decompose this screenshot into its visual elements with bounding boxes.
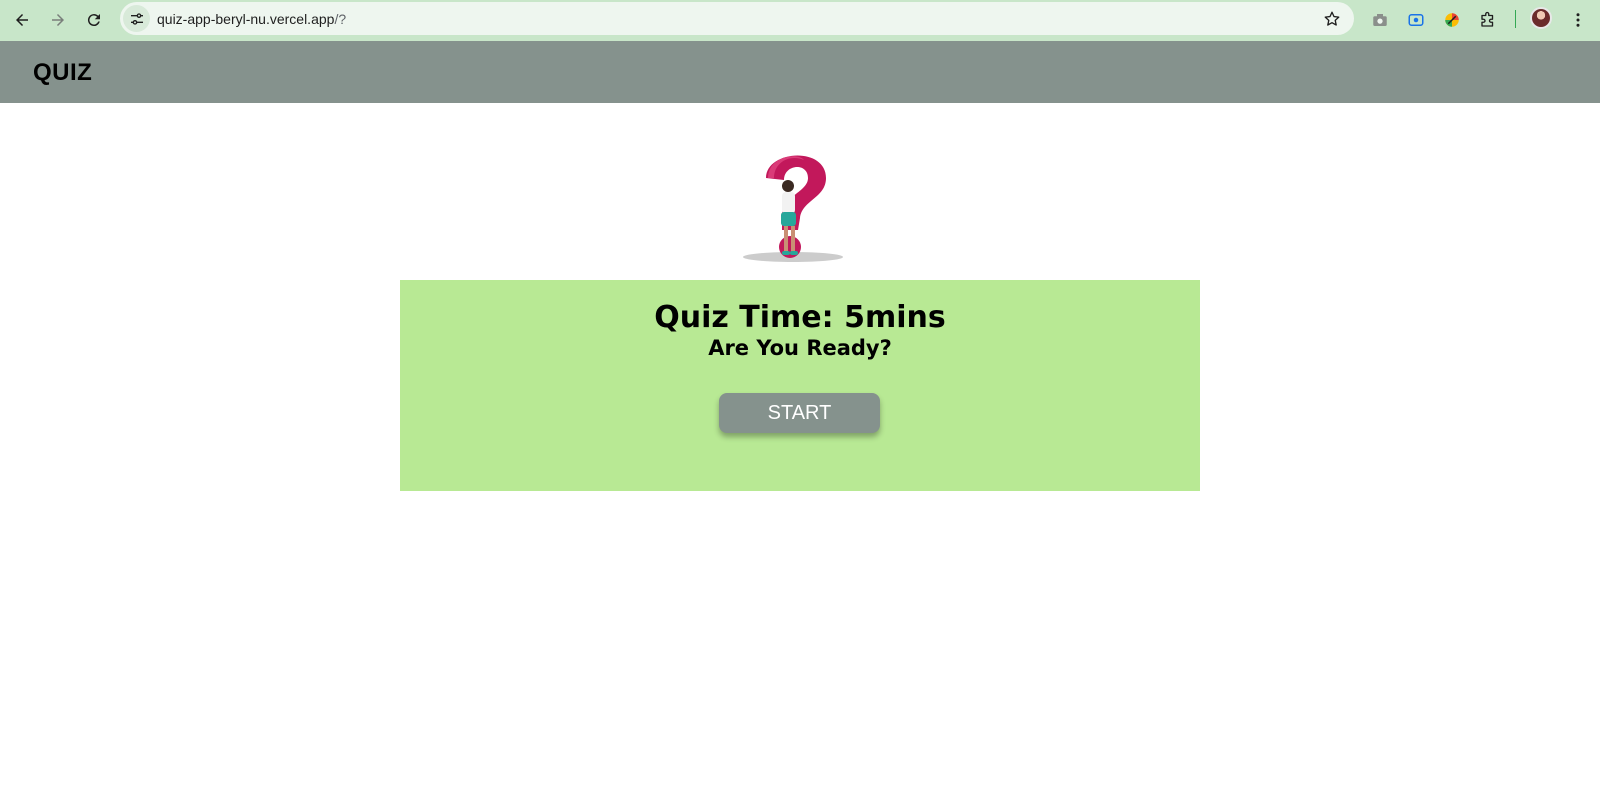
quiz-time-heading: Quiz Time: 5mins [654, 300, 946, 335]
url-text[interactable]: quiz-app-beryl-nu.vercel.app/? [157, 11, 346, 27]
forward-button[interactable] [44, 6, 72, 34]
question-mark-person-illustration [738, 140, 848, 265]
ready-prompt: Are You Ready? [708, 336, 892, 360]
reload-button[interactable] [80, 6, 108, 34]
camera-extension-button[interactable] [1368, 8, 1392, 32]
url-path: /? [334, 11, 347, 27]
arrow-right-icon [52, 14, 64, 26]
tune-icon [130, 12, 143, 25]
screen-record-icon [1408, 14, 1424, 26]
arrow-left-icon [16, 14, 28, 26]
bookmark-button[interactable] [1320, 7, 1344, 31]
screen-recorder-extension-button[interactable] [1404, 8, 1428, 32]
quiz-start-card: Quiz Time: 5mins Are You Ready? START [400, 280, 1200, 491]
kebab-menu-icon [1576, 13, 1580, 27]
back-button[interactable] [8, 6, 36, 34]
color-extension-button[interactable] [1440, 8, 1464, 32]
start-button[interactable]: START [719, 393, 880, 433]
url-host: quiz-app-beryl-nu.vercel.app [157, 11, 335, 27]
address-bar[interactable]: quiz-app-beryl-nu.vercel.app/? [120, 2, 1354, 35]
star-icon [1324, 11, 1340, 26]
camera-icon [1373, 14, 1387, 26]
site-info-button[interactable] [123, 5, 150, 32]
browser-menu-button[interactable] [1566, 8, 1590, 32]
color-picker-icon [1445, 13, 1459, 27]
app-title: QUIZ [33, 59, 93, 86]
profile-avatar[interactable] [1530, 7, 1552, 29]
browser-toolbar: quiz-app-beryl-nu.vercel.app/? [0, 0, 1600, 41]
extensions-button[interactable] [1476, 8, 1500, 32]
toolbar-divider [1515, 10, 1516, 28]
reload-icon [87, 14, 100, 27]
app-header: QUIZ [0, 41, 1600, 103]
puzzle-icon [1481, 11, 1494, 27]
